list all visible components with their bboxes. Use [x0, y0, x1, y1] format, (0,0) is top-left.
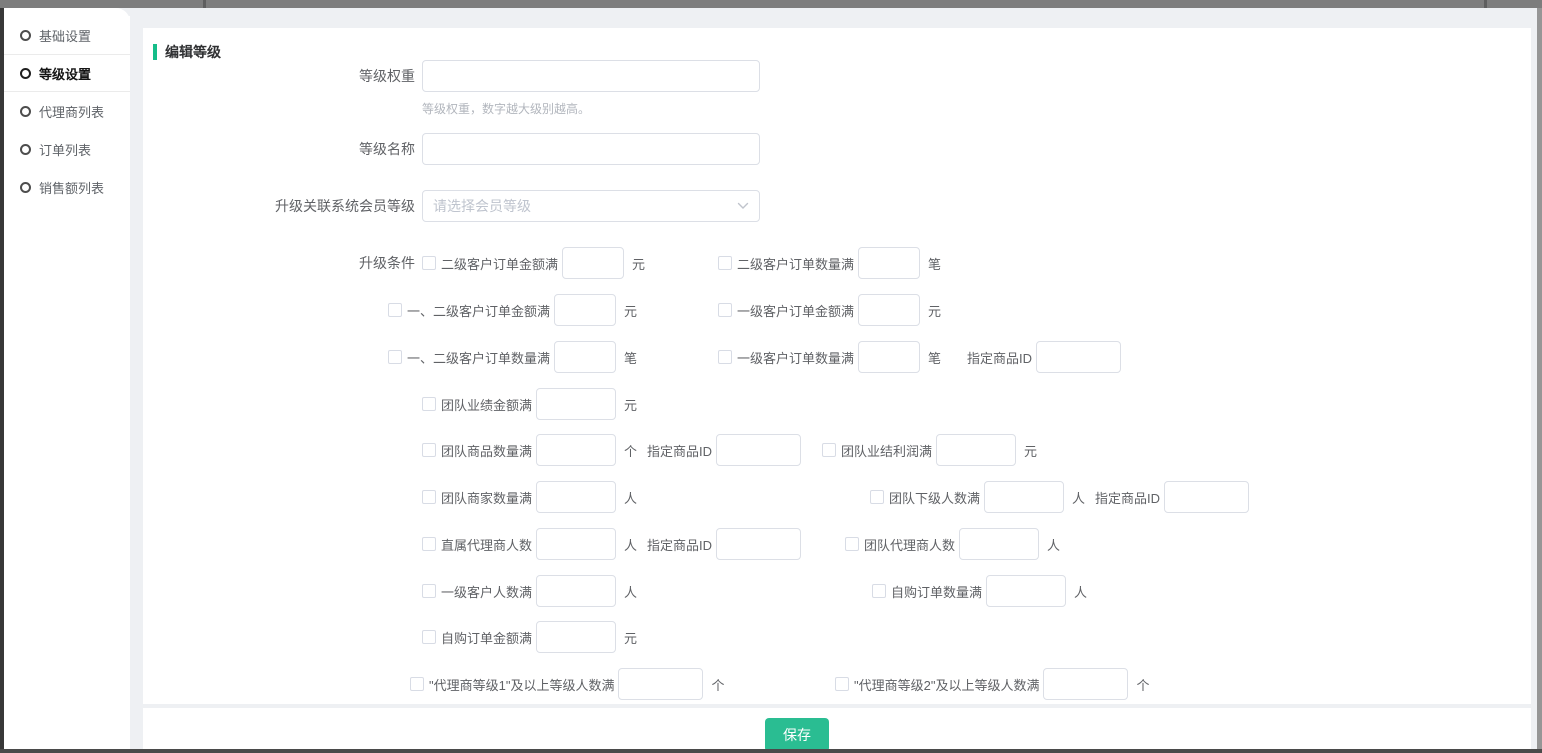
circle-icon [20, 144, 31, 155]
checkbox[interactable] [718, 256, 732, 270]
condition-value-input[interactable] [536, 575, 616, 607]
condition-value-input[interactable] [858, 247, 920, 279]
condition-value-input[interactable] [536, 528, 616, 560]
top-bar-seam [203, 0, 206, 8]
condition-item: 团队代理商人数 人 [845, 528, 1060, 560]
checkbox[interactable] [422, 537, 436, 551]
condition-value-input[interactable] [536, 434, 616, 466]
level-weight-help: 等级权重，数字越大级别越高。 [422, 100, 590, 117]
condition-value-input[interactable] [536, 388, 616, 420]
circle-icon [20, 68, 31, 79]
product-id-input[interactable] [716, 528, 801, 560]
product-id-label: 指定商品ID [647, 441, 712, 460]
sidebar-item-label: 销售额列表 [39, 178, 104, 197]
select-placeholder: 请选择会员等级 [433, 196, 531, 216]
level-name-label: 等级名称 [143, 133, 415, 165]
window-top-bar [0, 0, 1542, 8]
sidebar-item-level-settings[interactable]: 等级设置 [4, 54, 130, 92]
product-id-label: 指定商品ID [647, 535, 712, 554]
condition-item: "代理商等级1"及以上等级人数满 个 [410, 668, 724, 700]
checkbox[interactable] [422, 443, 436, 457]
condition-value-input[interactable] [536, 481, 616, 513]
sidebar-item-label: 基础设置 [39, 26, 91, 45]
title-accent-bar [153, 44, 157, 60]
checkbox[interactable] [388, 303, 402, 317]
sidebar-item-basic-settings[interactable]: 基础设置 [4, 16, 130, 54]
checkbox[interactable] [422, 490, 436, 504]
condition-item: 团队业结利润满 元 [822, 434, 1037, 466]
checkbox[interactable] [870, 490, 884, 504]
level-name-input[interactable] [422, 133, 760, 165]
condition-value-input[interactable] [858, 294, 920, 326]
product-id-input[interactable] [1036, 341, 1121, 373]
condition-value-input[interactable] [562, 247, 624, 279]
condition-item: 二级客户订单金额满 元 [422, 247, 645, 279]
product-id-label: 指定商品ID [967, 348, 1032, 367]
checkbox[interactable] [422, 256, 436, 270]
condition-item: 团队下级人数满 人 指定商品ID [870, 481, 1249, 513]
circle-icon [20, 106, 31, 117]
top-bar-seam [1484, 0, 1487, 8]
window-bottom-edge [0, 749, 1542, 753]
condition-value-input[interactable] [554, 341, 616, 373]
sidebar-item-order-list[interactable]: 订单列表 [4, 130, 130, 168]
footer-bar: 保存 [143, 708, 1531, 749]
upgrade-conditions-label: 升级条件 [143, 247, 415, 279]
sidebar-item-label: 等级设置 [39, 64, 91, 83]
level-weight-input[interactable] [422, 60, 760, 92]
level-weight-label: 等级权重 [143, 60, 415, 92]
condition-item: 一级客户订单数量满 笔 指定商品ID [718, 341, 1121, 373]
chevron-down-icon [737, 202, 749, 210]
checkbox[interactable] [410, 677, 424, 691]
window-left-edge [0, 0, 4, 753]
condition-item: 一级客户订单金额满 元 [718, 294, 941, 326]
condition-item: 团队商品数量满 个 指定商品ID [422, 434, 801, 466]
checkbox[interactable] [388, 350, 402, 364]
condition-item: 自购订单金额满 元 [422, 621, 637, 653]
condition-item: 二级客户订单数量满 笔 [718, 247, 941, 279]
condition-item: 直属代理商人数 人 指定商品ID [422, 528, 801, 560]
condition-item: 自购订单数量满 人 [872, 575, 1087, 607]
product-id-label: 指定商品ID [1095, 488, 1160, 507]
circle-icon [20, 30, 31, 41]
condition-item: 一级客户人数满 人 [422, 575, 637, 607]
checkbox[interactable] [835, 677, 849, 691]
checkbox[interactable] [718, 303, 732, 317]
condition-value-input[interactable] [936, 434, 1016, 466]
member-level-label: 升级关联系统会员等级 [143, 190, 415, 222]
condition-item: 团队商家数量满 人 [422, 481, 637, 513]
save-button[interactable]: 保存 [765, 718, 829, 752]
checkbox[interactable] [872, 584, 886, 598]
condition-value-input[interactable] [858, 341, 920, 373]
condition-item: 一、二级客户订单金额满 元 [388, 294, 637, 326]
condition-value-input[interactable] [986, 575, 1066, 607]
sidebar-item-agent-list[interactable]: 代理商列表 [4, 92, 130, 130]
window-right-edge [1537, 0, 1542, 753]
product-id-input[interactable] [716, 434, 801, 466]
sidebar: 基础设置 等级设置 代理商列表 订单列表 销售额列表 [4, 8, 130, 749]
checkbox[interactable] [422, 630, 436, 644]
condition-value-input[interactable] [1043, 668, 1128, 700]
condition-value-input[interactable] [618, 668, 703, 700]
checkbox[interactable] [422, 397, 436, 411]
checkbox[interactable] [422, 584, 436, 598]
checkbox[interactable] [822, 443, 836, 457]
circle-icon [20, 182, 31, 193]
product-id-input[interactable] [1164, 481, 1249, 513]
checkbox[interactable] [718, 350, 732, 364]
edit-level-panel: 编辑等级 等级权重 等级权重，数字越大级别越高。 等级名称 升级关联系统会员等级… [143, 28, 1531, 704]
condition-value-input[interactable] [554, 294, 616, 326]
sidebar-item-label: 代理商列表 [39, 102, 104, 121]
checkbox[interactable] [845, 537, 859, 551]
condition-item: 一、二级客户订单数量满 笔 [388, 341, 637, 373]
page-title: 编辑等级 [153, 42, 221, 62]
sidebar-item-label: 订单列表 [39, 140, 91, 159]
member-level-select[interactable]: 请选择会员等级 [422, 190, 760, 222]
condition-item: 团队业绩金额满 元 [422, 388, 637, 420]
condition-value-input[interactable] [536, 621, 616, 653]
condition-item: "代理商等级2"及以上等级人数满 个 [835, 668, 1149, 700]
condition-value-input[interactable] [959, 528, 1039, 560]
condition-value-input[interactable] [984, 481, 1064, 513]
sidebar-item-sales-list[interactable]: 销售额列表 [4, 168, 130, 206]
